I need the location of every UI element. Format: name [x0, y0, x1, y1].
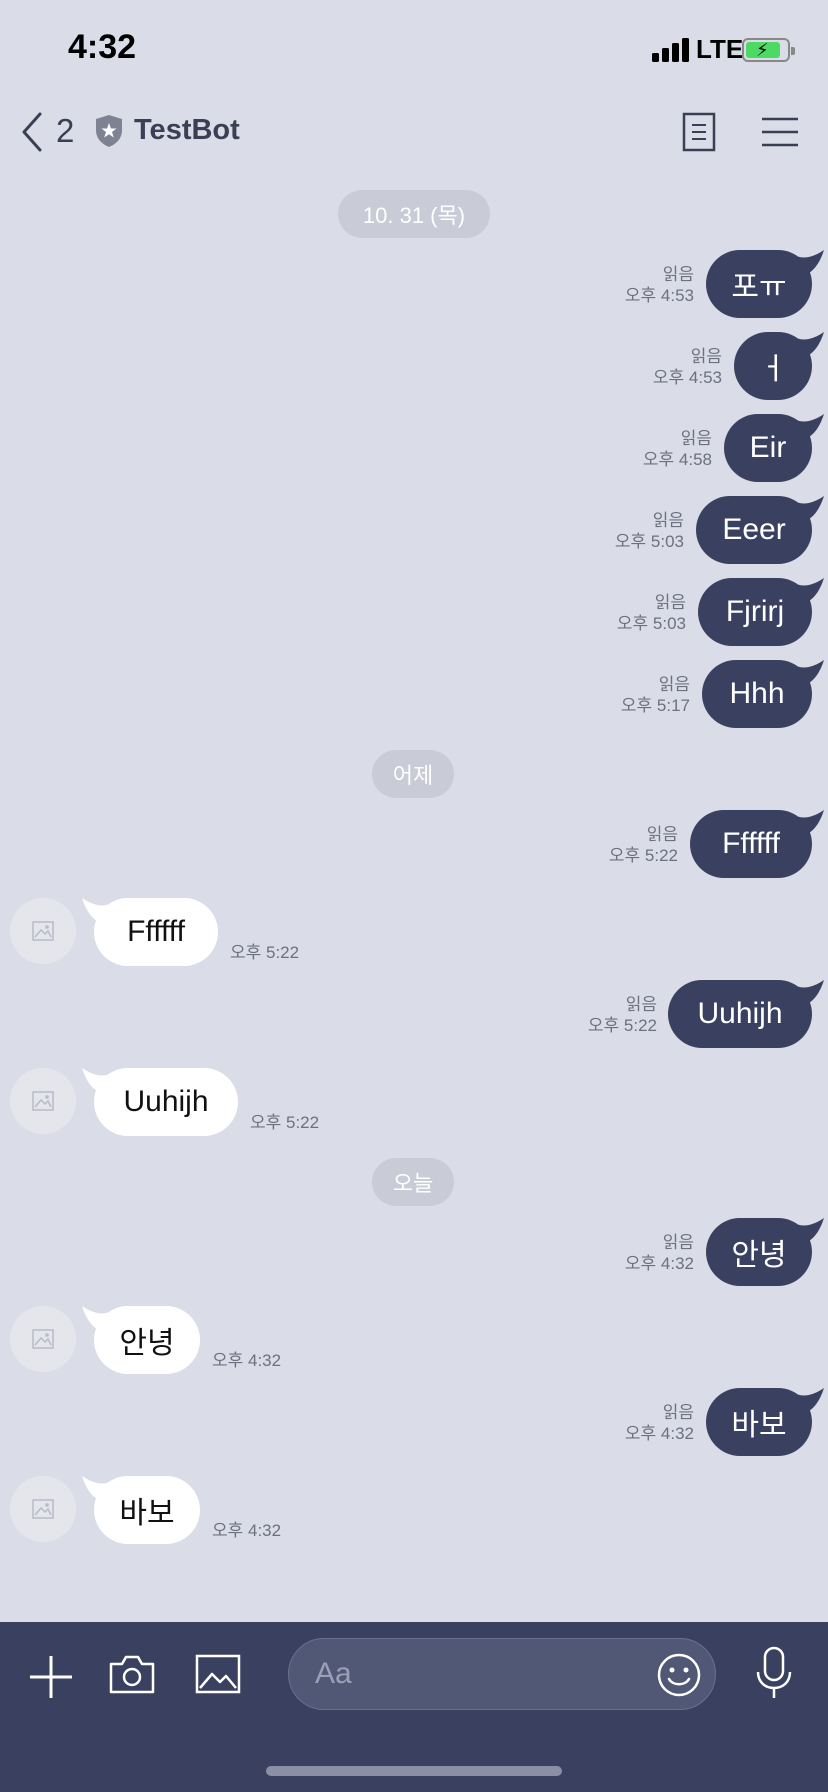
read-receipt: 읽음 — [654, 593, 686, 612]
read-receipt: 읽음 — [658, 675, 690, 694]
message-meta: 읽음 오후 4:32 — [625, 1402, 694, 1444]
avatar[interactable] — [10, 1068, 76, 1134]
message-meta: 읽음 오후 5:22 — [588, 994, 657, 1036]
message-time: 오후 5:22 — [250, 1113, 320, 1132]
date-separator: 어제 — [372, 750, 454, 798]
message-time: 오후 4:32 — [212, 1521, 282, 1540]
bubble-tail — [792, 980, 824, 1008]
bubble-tail — [792, 1218, 824, 1246]
message-time: 오후 5:17 — [620, 696, 690, 715]
message-time: 오후 4:32 — [624, 1254, 694, 1273]
bubble-tail — [792, 1388, 824, 1416]
read-receipt: 읽음 — [625, 995, 657, 1014]
message-composer — [0, 1622, 828, 1792]
incoming-message-bubble[interactable]: 바보 — [94, 1476, 200, 1544]
message-time: 오후 5:03 — [616, 614, 686, 633]
message-meta: 읽음 오후 5:03 — [615, 510, 684, 552]
notes-icon[interactable] — [682, 112, 716, 152]
incoming-message-bubble[interactable]: Uuhijh — [94, 1068, 238, 1136]
message-input[interactable] — [288, 1638, 716, 1710]
bubble-tail — [792, 578, 824, 606]
microphone-icon[interactable] — [754, 1646, 794, 1700]
shield-star-icon — [96, 115, 122, 147]
read-receipt: 읽음 — [662, 265, 694, 284]
message-meta: 읽음 오후 5:17 — [621, 674, 690, 716]
message-meta: 읽음 오후 5:22 — [609, 824, 678, 866]
message-time: 오후 5:22 — [230, 943, 300, 962]
read-receipt: 읽음 — [652, 511, 684, 530]
image-placeholder-icon — [32, 921, 54, 941]
read-receipt: 읽음 — [690, 347, 722, 366]
date-separator: 오늘 — [372, 1158, 454, 1206]
message-time: 오후 5:22 — [587, 1016, 657, 1035]
camera-icon[interactable] — [108, 1652, 156, 1696]
bubble-tail — [792, 332, 824, 360]
chat-header: 2 TestBot — [0, 100, 828, 164]
bubble-tail — [792, 414, 824, 442]
bubble-tail — [792, 810, 824, 838]
incoming-message-bubble[interactable]: Ffffff — [94, 898, 218, 966]
unread-count[interactable]: 2 — [56, 112, 74, 150]
menu-icon[interactable] — [762, 116, 798, 148]
image-icon[interactable] — [194, 1652, 242, 1696]
message-time: 오후 5:03 — [614, 532, 684, 551]
message-time: 오후 4:58 — [642, 450, 712, 469]
status-bar: 4:32 LTE ⚡ — [0, 0, 828, 100]
home-indicator — [266, 1766, 562, 1776]
message-time: 오후 4:32 — [212, 1351, 282, 1370]
read-receipt: 읽음 — [646, 825, 678, 844]
back-chevron-icon[interactable] — [18, 110, 48, 154]
network-type: LTE — [696, 34, 744, 64]
read-receipt: 읽음 — [662, 1403, 694, 1422]
read-receipt: 읽음 — [662, 1233, 694, 1252]
message-meta: 읽음 오후 4:32 — [625, 1232, 694, 1274]
message-time: 오후 4:32 — [624, 1424, 694, 1443]
message-time: 오후 5:22 — [608, 846, 678, 865]
incoming-message-bubble[interactable]: 안녕 — [94, 1306, 200, 1374]
signal-strength-icon — [652, 36, 692, 62]
chat-title[interactable]: TestBot — [134, 114, 240, 147]
message-meta: 읽음 오후 4:53 — [625, 264, 694, 306]
bubble-tail — [792, 496, 824, 524]
image-placeholder-icon — [32, 1091, 54, 1111]
bubble-tail — [792, 250, 824, 278]
avatar[interactable] — [10, 1306, 76, 1372]
read-receipt: 읽음 — [680, 429, 712, 448]
message-meta: 읽음 오후 5:03 — [617, 592, 686, 634]
outgoing-message-bubble[interactable]: Uuhijh — [668, 980, 812, 1048]
image-placeholder-icon — [32, 1499, 54, 1519]
message-meta: 읽음 오후 4:53 — [653, 346, 722, 388]
avatar[interactable] — [10, 1476, 76, 1542]
date-separator: 10. 31 (목) — [338, 190, 490, 238]
bubble-tail — [792, 660, 824, 688]
avatar[interactable] — [10, 898, 76, 964]
message-time: 오후 4:53 — [652, 368, 722, 387]
image-placeholder-icon — [32, 1329, 54, 1349]
message-meta: 읽음 오후 4:58 — [643, 428, 712, 470]
message-time: 오후 4:53 — [624, 286, 694, 305]
battery-icon: ⚡ — [742, 38, 795, 62]
status-time: 4:32 — [68, 28, 137, 66]
plus-icon[interactable] — [28, 1654, 74, 1700]
emoji-icon[interactable] — [656, 1652, 702, 1698]
